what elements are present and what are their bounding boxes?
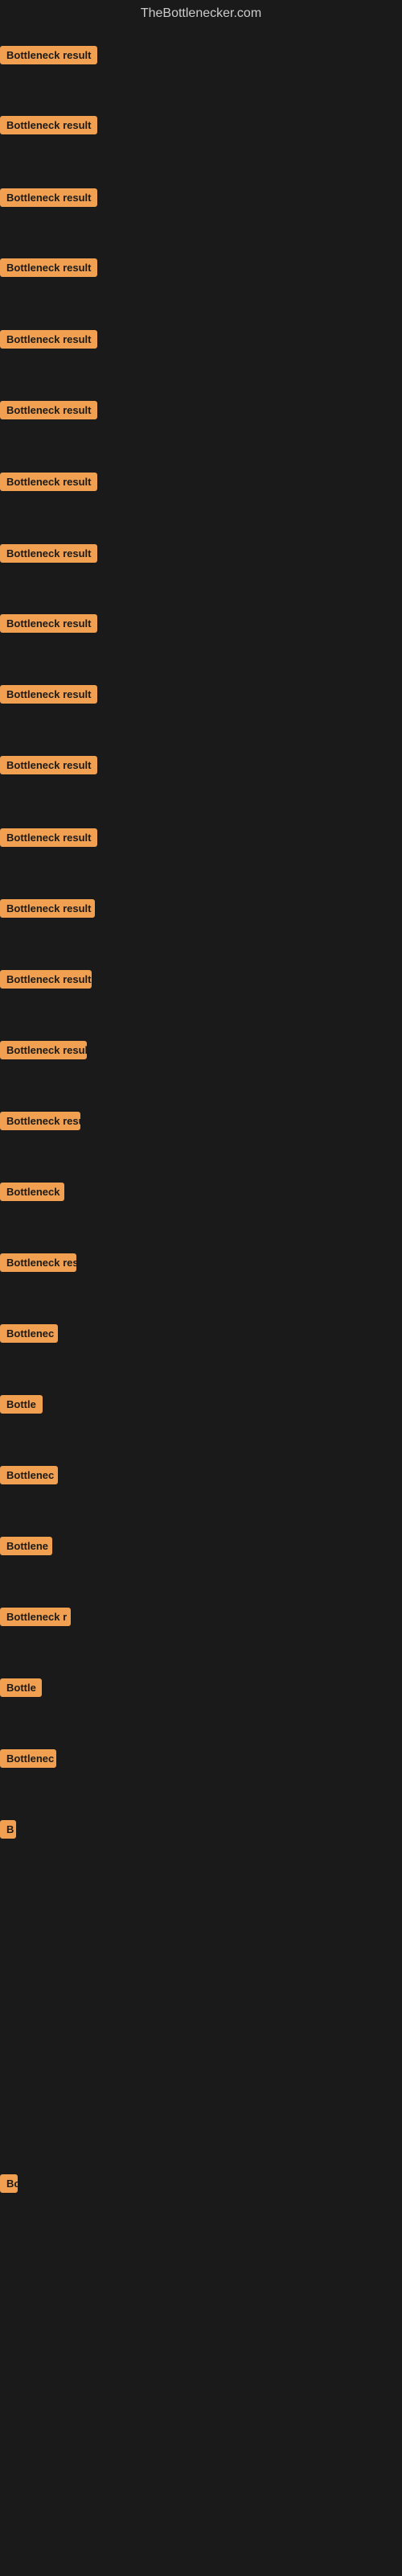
bottleneck-badge[interactable]: Bottleneck r bbox=[0, 1608, 71, 1626]
bottleneck-item: Bottleneck res bbox=[0, 1253, 76, 1276]
bottleneck-item: Bottlenec bbox=[0, 1324, 58, 1347]
bottleneck-badge[interactable]: Bottleneck result bbox=[0, 46, 97, 64]
bottleneck-item: Bo bbox=[0, 2174, 18, 2197]
bottleneck-item: Bottlene bbox=[0, 1537, 52, 1559]
bottleneck-badge[interactable]: Bottleneck result bbox=[0, 828, 97, 847]
bottleneck-badge[interactable]: Bottlenec bbox=[0, 1749, 56, 1768]
bottleneck-item: Bottleneck result bbox=[0, 401, 97, 423]
bottleneck-item: Bottleneck result bbox=[0, 756, 97, 778]
bottleneck-item: Bottleneck result bbox=[0, 828, 97, 851]
bottleneck-item: Bottleneck result bbox=[0, 614, 97, 637]
bottleneck-badge[interactable]: Bottleneck bbox=[0, 1183, 64, 1201]
bottleneck-badge[interactable]: Bottleneck result bbox=[0, 899, 95, 918]
bottleneck-item: Bottleneck result bbox=[0, 330, 97, 353]
site-title: TheBottlenecker.com bbox=[0, 0, 402, 27]
bottleneck-badge[interactable]: Bottleneck result bbox=[0, 756, 97, 774]
bottleneck-badge[interactable]: Bottle bbox=[0, 1395, 43, 1414]
bottleneck-item: Bottleneck resu bbox=[0, 1112, 80, 1134]
bottleneck-badge[interactable]: Bottleneck result bbox=[0, 473, 97, 491]
bottleneck-badge[interactable]: Bottle bbox=[0, 1678, 42, 1697]
bottleneck-badge[interactable]: Bottleneck resu bbox=[0, 1112, 80, 1130]
bottleneck-item: Bottleneck result bbox=[0, 188, 97, 211]
bottleneck-item: Bottle bbox=[0, 1395, 43, 1418]
bottleneck-badge[interactable]: Bottlene bbox=[0, 1537, 52, 1555]
bottleneck-badge[interactable]: Bottleneck result bbox=[0, 330, 97, 349]
bottleneck-badge[interactable]: B bbox=[0, 1820, 16, 1839]
bottleneck-badge[interactable]: Bottleneck result bbox=[0, 685, 97, 704]
bottleneck-badge[interactable]: Bottlenec bbox=[0, 1324, 58, 1343]
bottleneck-item: Bottleneck result bbox=[0, 46, 97, 68]
bottleneck-item: Bottleneck result bbox=[0, 899, 95, 922]
bottleneck-item: Bottleneck bbox=[0, 1183, 64, 1205]
bottleneck-badge[interactable]: Bottleneck result bbox=[0, 116, 97, 134]
bottleneck-item: Bottlenec bbox=[0, 1466, 58, 1488]
bottleneck-badge[interactable]: Bottleneck result bbox=[0, 258, 97, 277]
bottleneck-item: Bottlenec bbox=[0, 1749, 56, 1772]
bottleneck-badge[interactable]: Bottleneck res bbox=[0, 1253, 76, 1272]
bottleneck-badge[interactable]: Bottleneck result bbox=[0, 544, 97, 563]
bottleneck-item: Bottleneck result bbox=[0, 970, 92, 993]
bottleneck-item: Bottleneck result bbox=[0, 1041, 87, 1063]
bottleneck-badge[interactable]: Bottleneck result bbox=[0, 401, 97, 419]
site-title-text: TheBottlenecker.com bbox=[141, 6, 261, 20]
bottleneck-item: Bottle bbox=[0, 1678, 42, 1701]
bottleneck-badge[interactable]: Bottleneck result bbox=[0, 1041, 87, 1059]
bottleneck-item: Bottleneck result bbox=[0, 258, 97, 281]
bottleneck-item: Bottleneck result bbox=[0, 685, 97, 708]
bottleneck-item: Bottleneck r bbox=[0, 1608, 71, 1630]
bottleneck-badge[interactable]: Bottlenec bbox=[0, 1466, 58, 1484]
bottleneck-item: Bottleneck result bbox=[0, 116, 97, 138]
bottleneck-badge[interactable]: Bo bbox=[0, 2174, 18, 2193]
bottleneck-item: Bottleneck result bbox=[0, 544, 97, 567]
bottleneck-badge[interactable]: Bottleneck result bbox=[0, 614, 97, 633]
bottleneck-item: Bottleneck result bbox=[0, 473, 97, 495]
bottleneck-badge[interactable]: Bottleneck result bbox=[0, 188, 97, 207]
bottleneck-badge[interactable]: Bottleneck result bbox=[0, 970, 92, 989]
bottleneck-item: B bbox=[0, 1820, 16, 1843]
